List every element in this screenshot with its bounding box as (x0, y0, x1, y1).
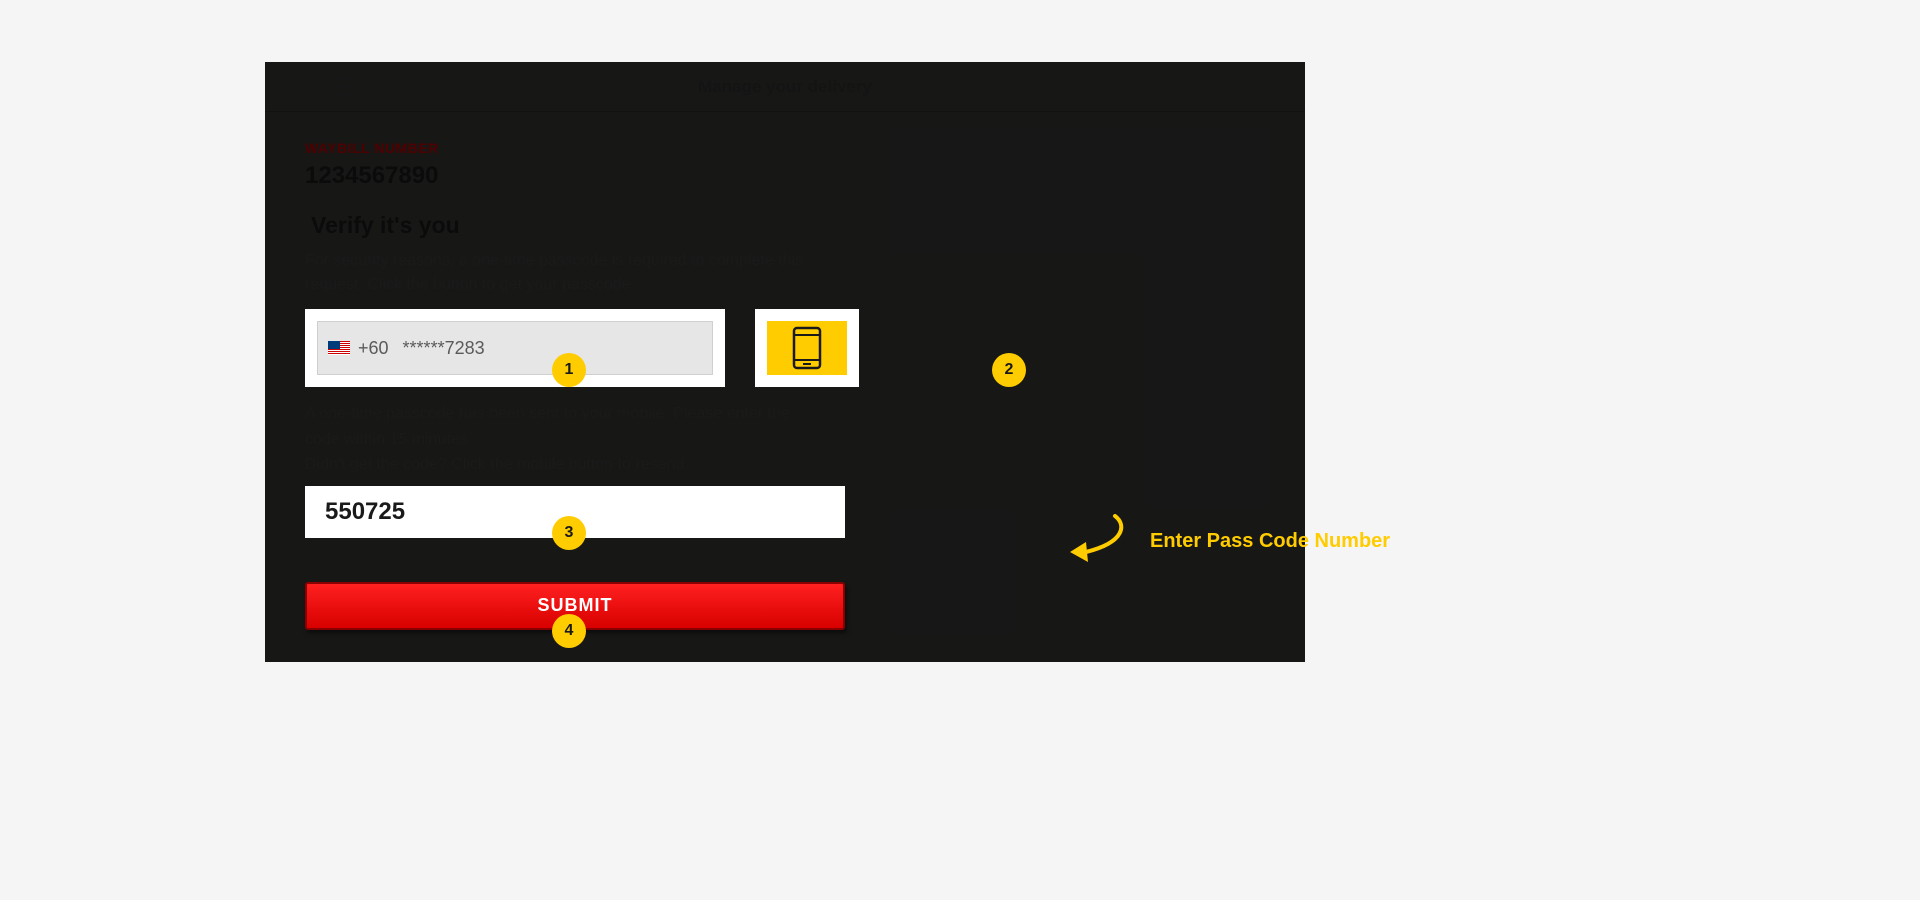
page-title: Manage your delivery (265, 77, 1305, 97)
verify-title: Verify it's you (311, 212, 1265, 239)
passcode-sent-info: A one-time passcode has been sent to you… (305, 401, 825, 478)
step-badge-1: 1 (552, 353, 586, 387)
waybill-number: 1234567890 (305, 162, 1265, 190)
phone-row: +60 ******7283 (305, 309, 1265, 387)
country-code: +60 (358, 338, 389, 359)
hamburger-menu-icon[interactable] (337, 76, 361, 96)
mobile-phone-icon (792, 326, 822, 370)
waybill-label: WAYBILL NUMBER (305, 140, 1265, 156)
send-code-button[interactable] (767, 321, 847, 375)
verify-description: For security reasons, a one-time passcod… (305, 249, 865, 297)
step-badge-3: 3 (552, 516, 586, 550)
phone-field-container: +60 ******7283 (305, 309, 725, 387)
malaysia-flag-icon (328, 341, 350, 355)
submit-container: SUBMIT (305, 582, 1265, 630)
step-badge-2: 2 (992, 353, 1026, 387)
topbar: Manage your delivery (265, 62, 1305, 112)
info-resend-text: Didn't get the code? Click the mobile bu… (305, 452, 825, 478)
mobile-button-container (755, 309, 859, 387)
content-area: WAYBILL NUMBER 1234567890 Verify it's yo… (265, 112, 1305, 658)
annotation-passcode: Enter Pass Code Number (1060, 514, 1390, 569)
masked-phone-number: ******7283 (403, 338, 485, 359)
step-badge-4: 4 (552, 614, 586, 648)
app-container: Manage your delivery WAYBILL NUMBER 1234… (265, 62, 1305, 662)
curved-arrow-icon (1060, 514, 1130, 569)
phone-field[interactable]: +60 ******7283 (317, 321, 713, 375)
info-sent-text: A one-time passcode has been sent to you… (305, 401, 825, 452)
annotation-passcode-text: Enter Pass Code Number (1150, 530, 1390, 553)
